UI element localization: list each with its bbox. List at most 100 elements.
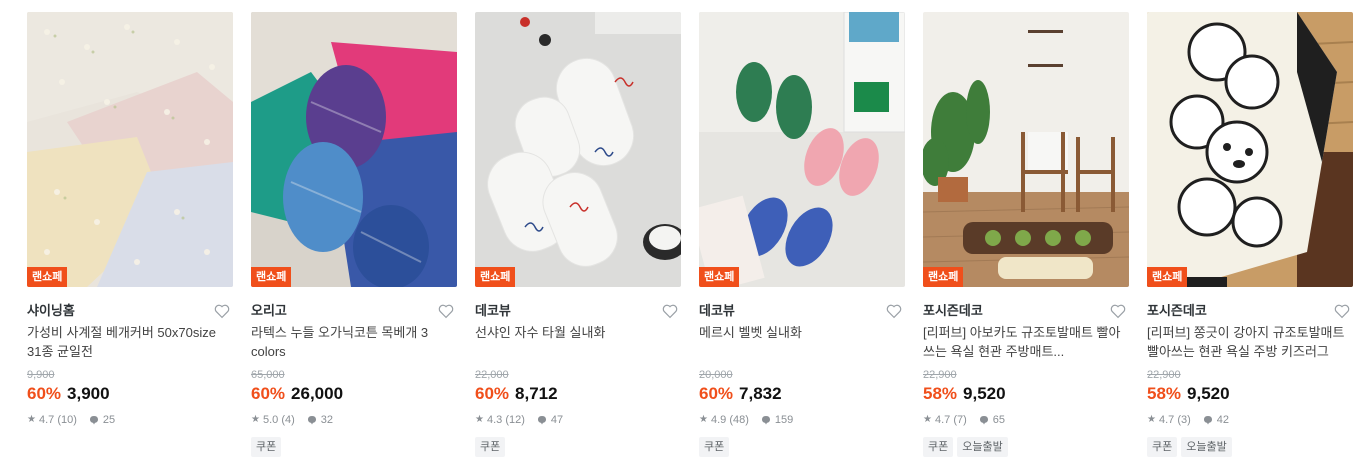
tag-list: 쿠폰 오늘출발 — [1147, 437, 1353, 457]
heart-outline-icon[interactable] — [885, 302, 903, 320]
star-icon: ★ — [923, 414, 932, 425]
star-icon: ★ — [27, 414, 36, 425]
discount-rate: 60% — [699, 384, 734, 403]
original-price: 22,900 — [923, 369, 957, 381]
price-row: 60% 26,000 — [251, 383, 457, 405]
brand-name[interactable]: 샤이닝홈 — [27, 301, 233, 321]
product-card[interactable]: 랜쇼페 샤이닝홈 가성비 사계절 베개커버 50x70size 31종 균일전 … — [27, 12, 233, 427]
review-count: 32 — [320, 414, 334, 426]
price-row: 60% 3,900 — [27, 383, 233, 405]
sale-badge: 랜쇼페 — [475, 267, 516, 287]
product-card[interactable]: 랜쇼페 포시즌데코 [리퍼브] 쫑긋이 강아지 규조토발매트 빨아쓰는 현관 욕… — [1147, 12, 1353, 457]
speech-bubble-icon — [89, 416, 98, 425]
review-meta: ★ 4.3 (12) 47 — [475, 413, 681, 427]
review-meta: ★ 4.7 (10) 25 — [27, 413, 233, 427]
product-image[interactable]: 랜쇼페 — [699, 12, 905, 287]
product-image[interactable]: 랜쇼페 — [475, 12, 681, 287]
product-card[interactable]: 랜쇼페 데코뷰 메르시 벨벳 실내화 20,000 60% 7,832 ★ 4.9 … — [699, 12, 905, 457]
original-price: 20,000 — [699, 369, 733, 381]
original-price: 22,000 — [475, 369, 509, 381]
coupon-tag: 쿠폰 — [251, 437, 282, 457]
discount-rate: 60% — [251, 384, 286, 403]
sale-price: 7,832 — [739, 384, 782, 403]
price-row: 60% 8,712 — [475, 383, 681, 405]
ships-today-tag: 오늘출발 — [957, 437, 1008, 457]
coupon-tag: 쿠폰 — [475, 437, 506, 457]
sale-badge: 랜쇼페 — [699, 267, 740, 287]
product-card[interactable]: 랜쇼페 오리고 라텍스 누들 오가닉코튼 목베개 3 colors 65,000… — [251, 12, 457, 457]
sale-price: 3,900 — [67, 384, 110, 403]
product-title[interactable]: [리퍼브] 아보카도 규조토발매트 빨아쓰는 욕실 현관 주방매트... — [923, 323, 1129, 361]
product-image[interactable]: 랜쇼페 — [27, 12, 233, 287]
original-price: 22,900 — [1147, 369, 1181, 381]
review-meta: ★ 5.0 (4) 32 — [251, 413, 457, 427]
product-image[interactable]: 랜쇼페 — [251, 12, 457, 287]
sale-badge: 랜쇼페 — [1147, 267, 1188, 287]
heart-outline-icon[interactable] — [437, 302, 455, 320]
original-price: 9,900 — [27, 369, 55, 381]
product-title[interactable]: 선샤인 자수 타월 실내화 — [475, 323, 681, 361]
product-title[interactable]: [리퍼브] 쫑긋이 강아지 규조토발매트 빨아쓰는 현관 욕실 주방 키즈러그 — [1147, 323, 1353, 361]
ships-today-tag: 오늘출발 — [1181, 437, 1232, 457]
speech-bubble-icon — [761, 416, 770, 425]
tag-list: 쿠폰 — [251, 437, 457, 457]
speech-bubble-icon — [537, 416, 546, 425]
tag-list: 쿠폰 — [475, 437, 681, 457]
sale-badge: 랜쇼페 — [251, 267, 292, 287]
review-meta: ★ 4.7 (3) 42 — [1147, 413, 1353, 427]
product-title[interactable]: 메르시 벨벳 실내화 — [699, 323, 905, 361]
brand-name[interactable]: 데코뷰 — [699, 301, 905, 321]
review-count: 42 — [1216, 414, 1230, 426]
review-meta: ★ 4.7 (7) 65 — [923, 413, 1129, 427]
product-image[interactable]: 랜쇼페 — [923, 12, 1129, 287]
sale-badge: 랜쇼페 — [27, 267, 68, 287]
rating: 4.3 (12) — [486, 414, 525, 426]
tag-list: 쿠폰 — [699, 437, 905, 457]
star-icon: ★ — [699, 414, 708, 425]
product-image[interactable]: 랜쇼페 — [1147, 12, 1353, 287]
sale-price: 9,520 — [1187, 384, 1230, 403]
coupon-tag: 쿠폰 — [923, 437, 954, 457]
brand-name[interactable]: 포시즌데코 — [1147, 301, 1353, 321]
rating: 4.7 (7) — [934, 414, 967, 426]
rating: 4.7 (10) — [38, 414, 77, 426]
review-count: 65 — [992, 414, 1006, 426]
heart-outline-icon[interactable] — [1333, 302, 1351, 320]
sale-price: 26,000 — [291, 384, 344, 403]
star-icon: ★ — [1147, 414, 1156, 425]
speech-bubble-icon — [307, 416, 316, 425]
star-icon: ★ — [475, 414, 484, 425]
rating: 4.7 (3) — [1158, 414, 1191, 426]
review-count: 159 — [774, 414, 794, 426]
heart-outline-icon[interactable] — [661, 302, 679, 320]
star-icon: ★ — [251, 414, 260, 425]
product-title[interactable]: 라텍스 누들 오가닉코튼 목베개 3 colors — [251, 323, 457, 361]
speech-bubble-icon — [979, 416, 988, 425]
heart-outline-icon[interactable] — [213, 302, 231, 320]
sale-price: 9,520 — [963, 384, 1006, 403]
rating: 4.9 (48) — [710, 414, 749, 426]
review-count: 25 — [102, 414, 116, 426]
heart-outline-icon[interactable] — [1109, 302, 1127, 320]
review-count: 47 — [550, 414, 564, 426]
rating: 5.0 (4) — [262, 414, 295, 426]
original-price: 65,000 — [251, 369, 285, 381]
product-card[interactable]: 랜쇼페 포시즌데코 [리퍼브] 아보카도 규조토발매트 빨아쓰는 욕실 현관 주… — [923, 12, 1129, 457]
brand-name[interactable]: 데코뷰 — [475, 301, 681, 321]
tag-list: 쿠폰 오늘출발 — [923, 437, 1129, 457]
discount-rate: 58% — [1147, 384, 1182, 403]
brand-name[interactable]: 포시즌데코 — [923, 301, 1129, 321]
price-row: 58% 9,520 — [1147, 383, 1353, 405]
price-row: 58% 9,520 — [923, 383, 1129, 405]
product-card[interactable]: 랜쇼페 데코뷰 선샤인 자수 타월 실내화 22,000 60% 8,712 ★ 4… — [475, 12, 681, 457]
sale-badge: 랜쇼페 — [923, 267, 964, 287]
product-title[interactable]: 가성비 사계절 베개커버 50x70size 31종 균일전 — [27, 323, 233, 361]
coupon-tag: 쿠폰 — [699, 437, 730, 457]
review-meta: ★ 4.9 (48) 159 — [699, 413, 905, 427]
speech-bubble-icon — [1203, 416, 1212, 425]
discount-rate: 60% — [475, 384, 510, 403]
sale-price: 8,712 — [515, 384, 558, 403]
discount-rate: 60% — [27, 384, 62, 403]
discount-rate: 58% — [923, 384, 958, 403]
brand-name[interactable]: 오리고 — [251, 301, 457, 321]
